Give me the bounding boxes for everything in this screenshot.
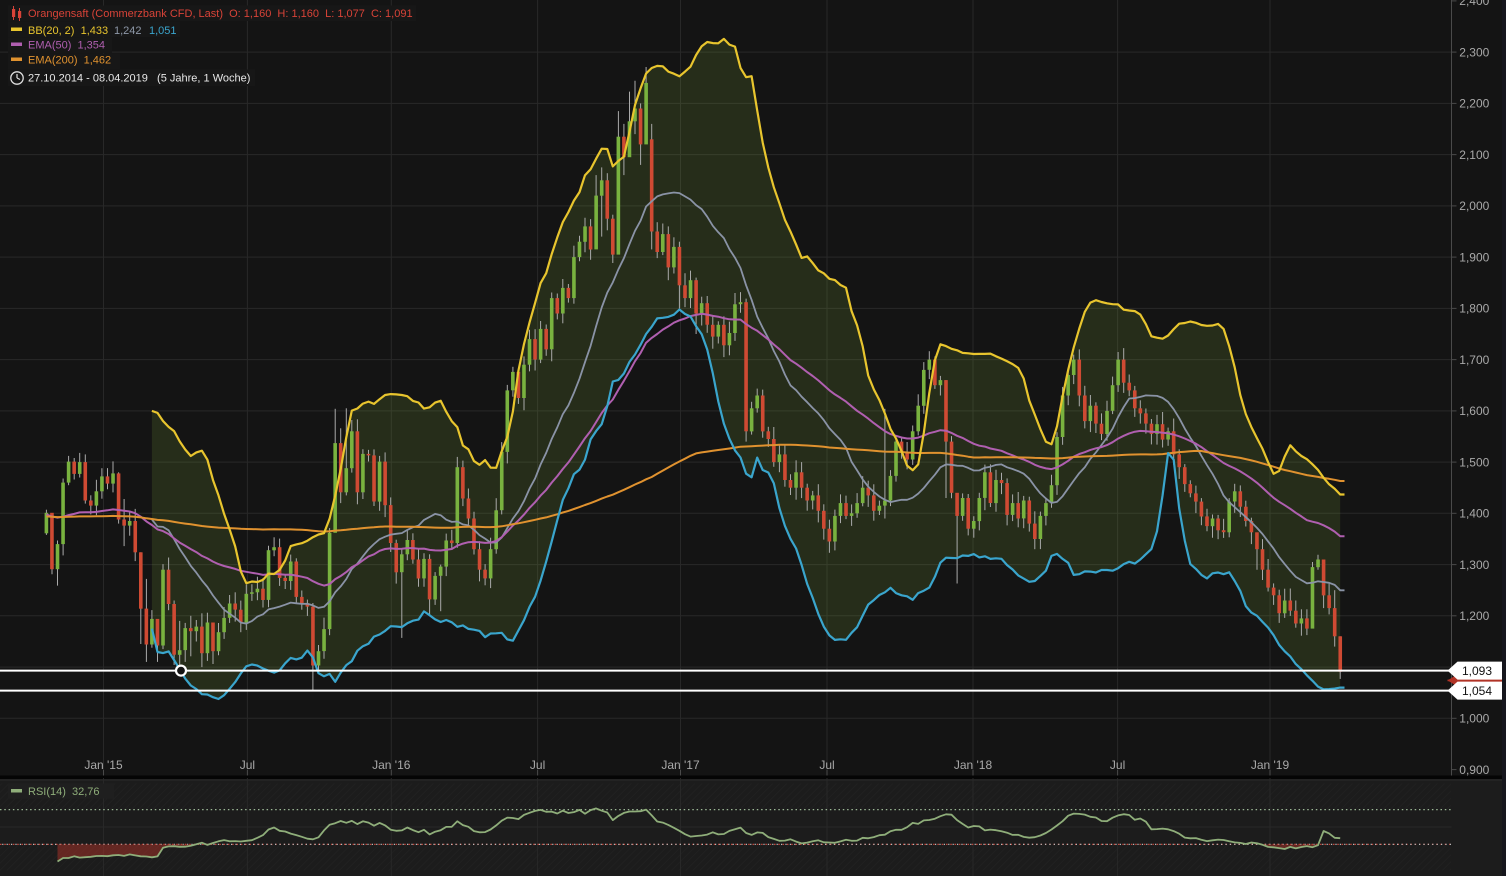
svg-text:BB(20, 2) 1,433: BB(20, 2) 1,433 — [28, 25, 108, 37]
svg-text:2,100: 2,100 — [1459, 148, 1489, 162]
svg-text:1,093: 1,093 — [1462, 664, 1492, 678]
svg-text:1,051: 1,051 — [149, 25, 177, 37]
svg-text:Jan '17: Jan '17 — [661, 758, 700, 772]
svg-text:1,800: 1,800 — [1459, 302, 1489, 316]
svg-text:Jan '16: Jan '16 — [372, 758, 411, 772]
svg-text:1,054: 1,054 — [1462, 684, 1492, 698]
svg-text:1,242: 1,242 — [114, 25, 142, 37]
svg-text:2,400: 2,400 — [1459, 0, 1489, 8]
svg-text:Jul: Jul — [240, 758, 255, 772]
svg-text:EMA(50) 1,354: EMA(50) 1,354 — [28, 40, 105, 52]
svg-text:1,700: 1,700 — [1459, 353, 1489, 367]
svg-text:1,900: 1,900 — [1459, 250, 1489, 264]
svg-text:Jul: Jul — [819, 758, 834, 772]
svg-text:1,600: 1,600 — [1459, 404, 1489, 418]
svg-text:1,000: 1,000 — [1459, 712, 1489, 726]
svg-text:Orangensaft (Commerzbank CFD,: Orangensaft (Commerzbank CFD, Last) O: 1… — [28, 8, 413, 20]
svg-text:0,900: 0,900 — [1459, 763, 1489, 777]
svg-text:1,300: 1,300 — [1459, 558, 1489, 572]
svg-text:1,200: 1,200 — [1459, 609, 1489, 623]
svg-text:27.10.2014 - 08.04.2019 (5 J: 27.10.2014 - 08.04.2019 (5 Jahre, 1 Woch… — [28, 73, 250, 85]
svg-text:1,500: 1,500 — [1459, 455, 1489, 469]
svg-text:Jan '18: Jan '18 — [954, 758, 993, 772]
svg-text:Jan '15: Jan '15 — [84, 758, 123, 772]
svg-text:RSI(14) 32,76: RSI(14) 32,76 — [28, 786, 100, 798]
svg-text:2,000: 2,000 — [1459, 199, 1489, 213]
svg-text:Jul: Jul — [1110, 758, 1125, 772]
svg-text:2,300: 2,300 — [1459, 45, 1489, 59]
svg-text:EMA(200) 1,462: EMA(200) 1,462 — [28, 55, 111, 67]
svg-text:2,200: 2,200 — [1459, 97, 1489, 111]
svg-text:1,400: 1,400 — [1459, 507, 1489, 521]
svg-text:Jul: Jul — [530, 758, 545, 772]
svg-text:Jan '19: Jan '19 — [1251, 758, 1290, 772]
